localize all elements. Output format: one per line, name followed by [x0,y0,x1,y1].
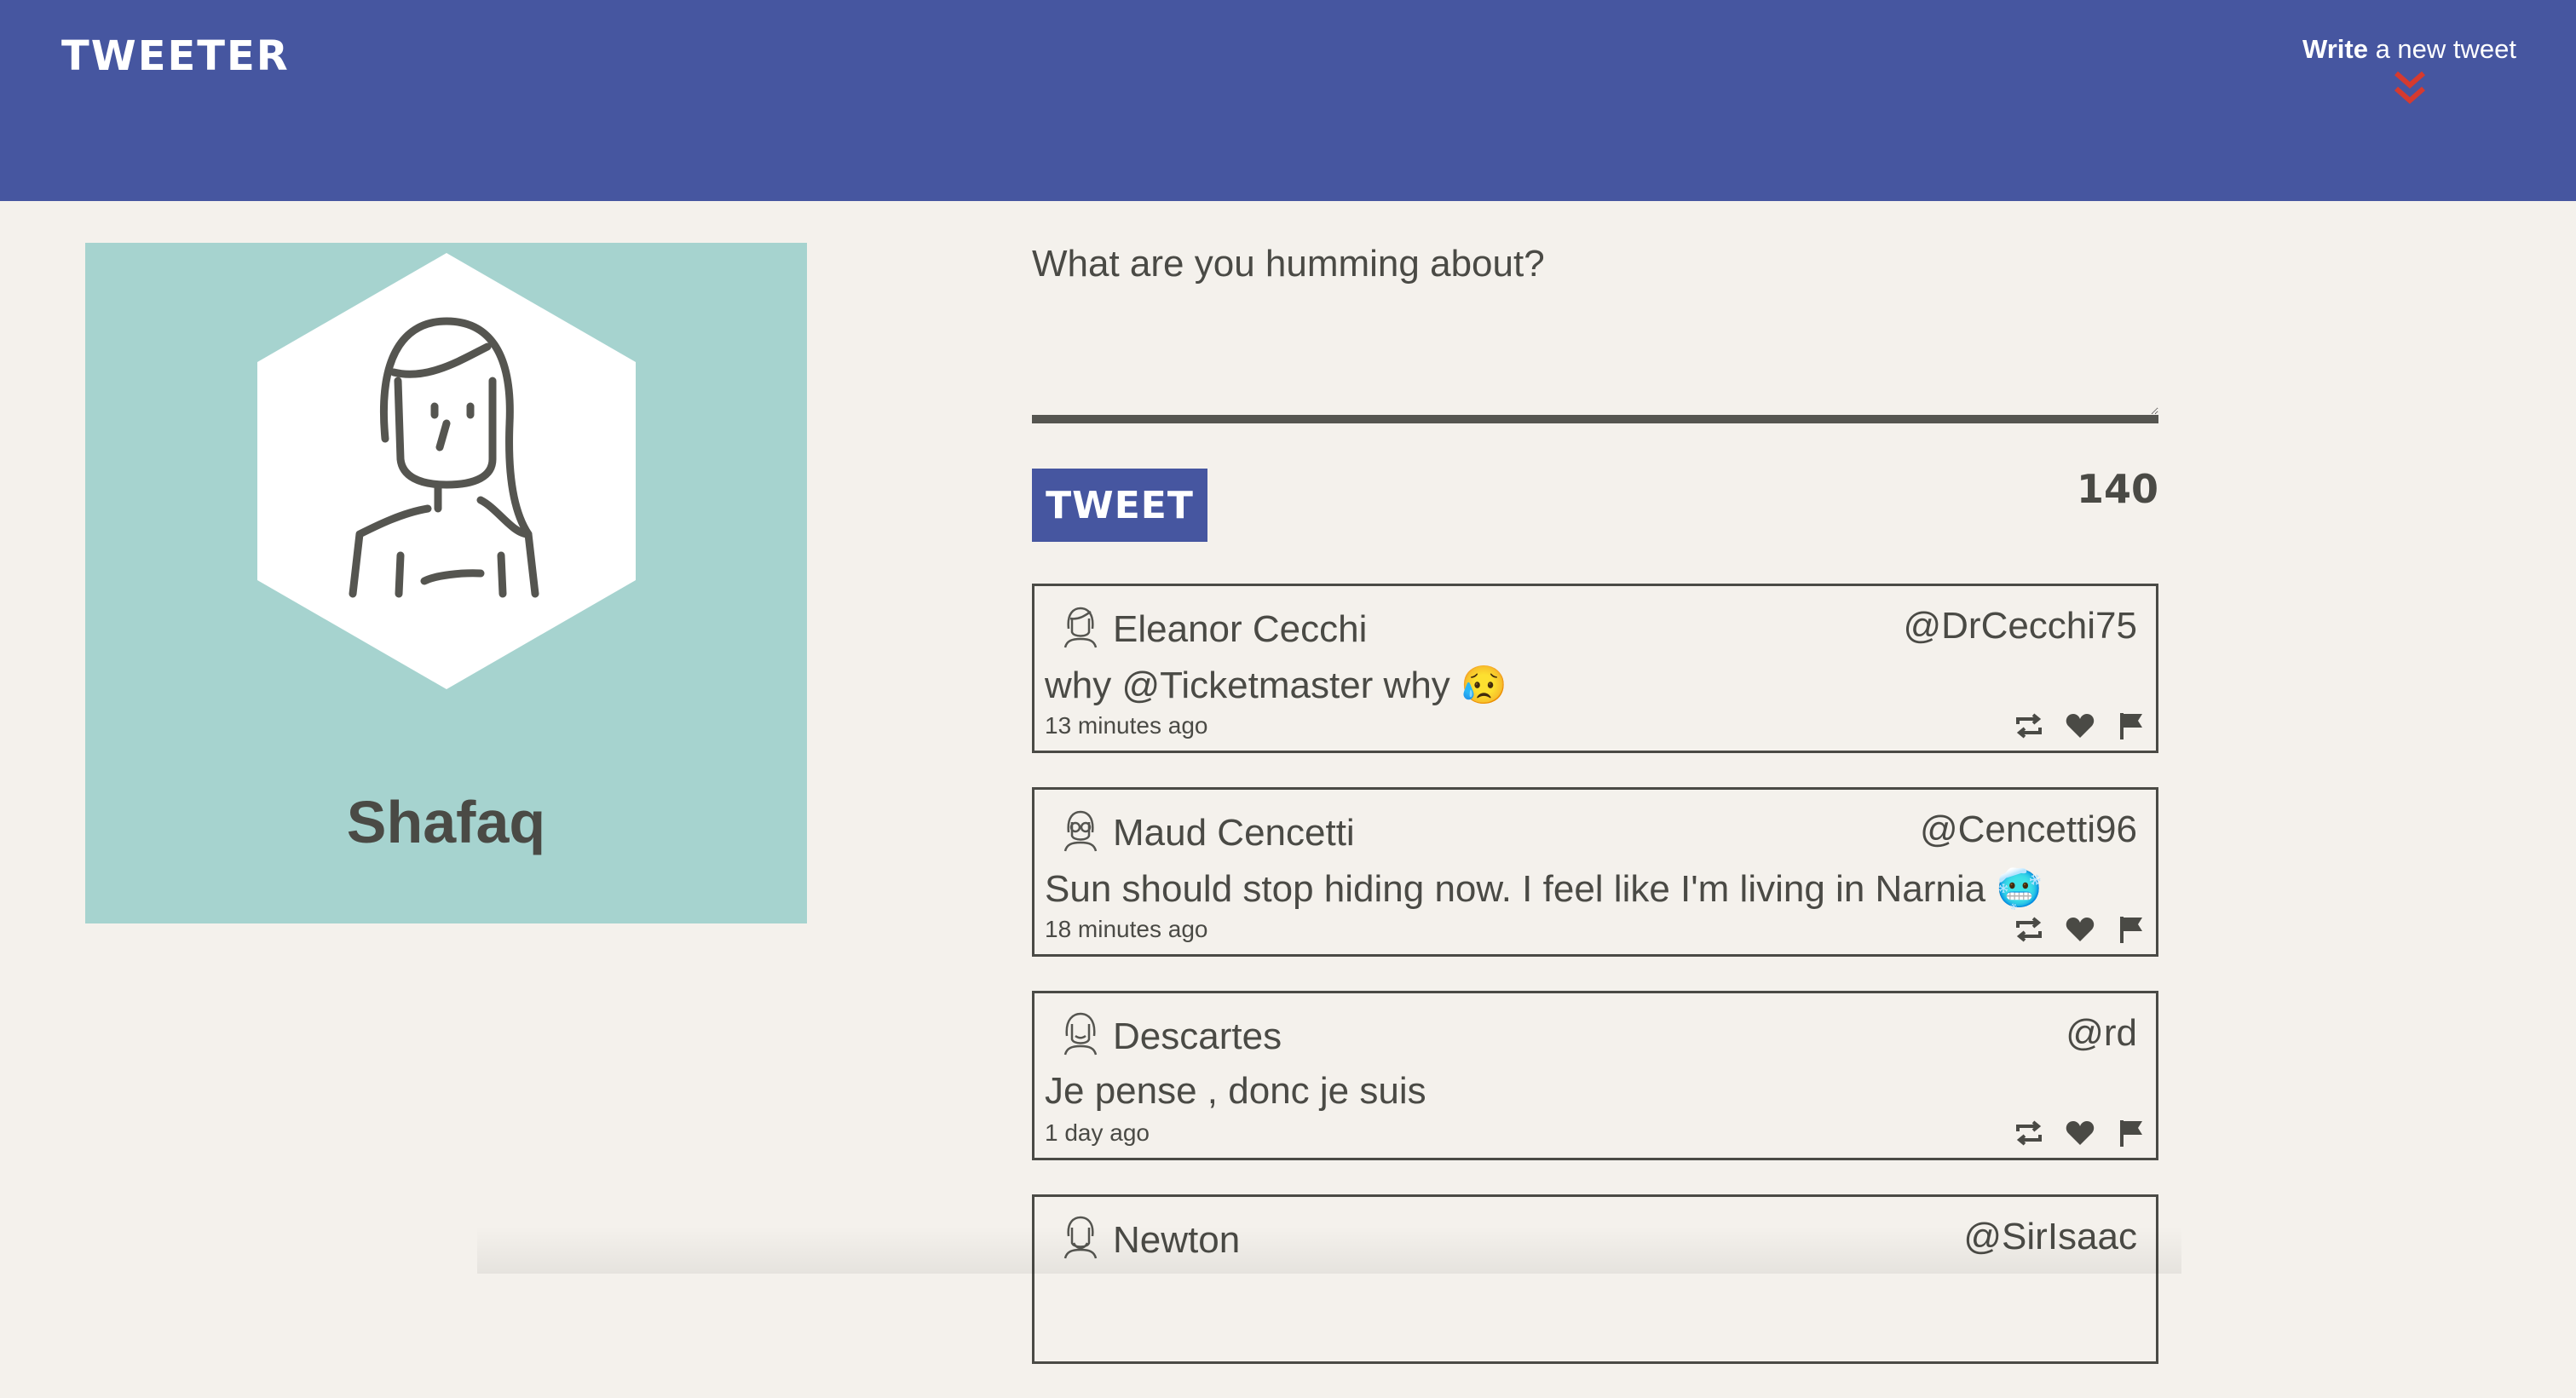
tweet-author: Descartes [1113,1015,1282,1057]
user-avatar-icon [1063,607,1098,648]
brand-logo[interactable]: TWEETER [61,32,290,80]
tweet-author: Maud Cencetti [1113,812,1355,854]
top-navbar: TWEETER Write a new tweet [0,0,2576,201]
tweet-card: Descartes @rd Je pense , donc je suis 1 … [1032,991,2158,1160]
character-counter: 140 [2076,466,2158,512]
tweet-actions [2013,1118,2147,1148]
tweet-text: Sun should stop hiding now. I feel like … [1045,868,2043,910]
tweet-text: why @Ticketmaster why 😥 [1045,664,1507,706]
flag-icon[interactable] [2115,914,2147,945]
tweet-timestamp: 18 minutes ago [1045,916,1208,942]
tweet-input[interactable] [1032,243,2158,423]
tweet-timestamp: 13 minutes ago [1045,712,1208,739]
heart-icon[interactable] [2064,1118,2096,1148]
tweet-actions [2013,914,2147,945]
tweet-card: Newton @SirIsaac [1032,1194,2158,1364]
heart-icon[interactable] [2064,914,2096,945]
heart-icon[interactable] [2064,711,2096,741]
tweet-button[interactable]: TWEET [1032,469,1207,542]
tweet-feed: Eleanor Cecchi @DrCecchi75 why @Ticketma… [1032,584,2158,1398]
flag-icon[interactable] [2115,711,2147,741]
retweet-icon[interactable] [2013,711,2045,741]
flag-icon[interactable] [2115,1118,2147,1148]
retweet-icon[interactable] [2013,1118,2045,1148]
profile-name: Shafaq [346,789,546,855]
retweet-icon[interactable] [2013,914,2045,945]
bottom-shadow [477,1227,2181,1274]
tweet-text: Je pense , donc je suis [1045,1070,1426,1112]
compose-toggle-text: a new tweet [2367,34,2516,64]
profile-card: Shafaq [85,243,807,923]
tweet-card: Eleanor Cecchi @DrCecchi75 why @Ticketma… [1032,584,2158,753]
tweet-timestamp: 1 day ago [1045,1119,1150,1146]
tweet-handle[interactable]: @rd [2066,1012,2137,1055]
user-avatar-icon [1063,1012,1098,1056]
double-chevron-down-icon [2394,71,2425,104]
user-avatar-icon [257,253,636,689]
tweet-author: Eleanor Cecchi [1113,608,1368,650]
user-avatar-icon [1063,810,1098,852]
tweet-actions [2013,711,2147,741]
compose-toggle-bold: Write [2302,34,2368,64]
tweet-card: Maud Cencetti @Cencetti96 Sun should sto… [1032,787,2158,957]
tweet-handle[interactable]: @DrCecchi75 [1903,605,2137,647]
compose-area: TWEET 140 [1032,243,2158,542]
write-new-tweet-toggle[interactable]: Write a new tweet [2302,34,2516,107]
tweet-handle[interactable]: @Cencetti96 [1920,808,2137,851]
